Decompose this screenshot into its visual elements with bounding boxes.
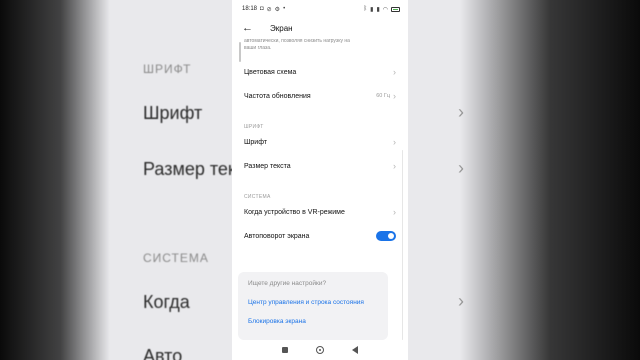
backdrop-left: ШРИФТ Шрифт Размер текста СИСТЕМА Когда …: [0, 0, 232, 360]
bluetooth-icon: ᛒ: [363, 6, 368, 12]
row-label: Частота обновления: [244, 92, 311, 100]
home-icon[interactable]: [316, 346, 324, 354]
backdrop-right: › › ›: [408, 0, 640, 360]
status-time: 18:18: [242, 6, 258, 12]
row-label: Автоповорот экрана: [244, 232, 310, 240]
mute-icon: ⊘: [266, 6, 272, 13]
settings-content: автоматически, позволяя снизить нагрузку…: [232, 38, 408, 248]
backdrop-row-when: Когда: [143, 292, 190, 312]
chevron-right-icon: ›: [393, 206, 396, 217]
back-arrow-icon[interactable]: ←: [242, 22, 262, 34]
status-bar: 18:18 ◘ ⊘ ⚙ • ᛒ ▮ ▮ ◠: [232, 0, 408, 18]
wifi-icon: ◠: [382, 6, 388, 13]
suggestions-title: Ищете другие настройки?: [248, 280, 327, 287]
backdrop-row-size: Размер текста: [143, 159, 232, 179]
back-icon[interactable]: [352, 346, 358, 354]
link-control-center[interactable]: Центр управления и строка состояния: [248, 299, 378, 306]
signal-icon-2: ▮: [376, 6, 380, 13]
settings-icon: ⚙: [274, 6, 281, 13]
page-title: Экран: [270, 23, 293, 33]
backdrop-section-font: ШРИФТ: [143, 62, 192, 76]
notification-icon: ◘: [260, 6, 264, 12]
more-icon: •: [283, 6, 286, 12]
link-lock-screen[interactable]: Блокировка экрана: [248, 318, 378, 325]
recents-icon[interactable]: [282, 347, 288, 353]
suggestions-card: Ищете другие настройки? Центр управления…: [238, 272, 388, 340]
row-label: Когда устройство в VR-режиме: [244, 208, 345, 216]
backdrop-row-font: Шрифт: [143, 103, 203, 123]
refresh-rate-value: 60 Гц: [376, 93, 390, 99]
row-refresh-rate[interactable]: Частота обновления 60 Гц ›: [244, 84, 396, 108]
navigation-bar: [232, 340, 408, 360]
backdrop-shade-right: [460, 0, 640, 360]
chevron-right-icon: ›: [393, 136, 396, 147]
chevron-right-icon: ›: [393, 66, 396, 77]
phone-screen: 18:18 ◘ ⊘ ⚙ • ᛒ ▮ ▮ ◠ ← Экран автоматиче…: [232, 0, 408, 360]
row-label: Цветовая схема: [244, 68, 297, 76]
row-auto-rotate[interactable]: Автоповорот экрана: [244, 224, 396, 248]
row-label: Размер текста: [244, 162, 291, 170]
section-label-system: СИСТЕМА: [244, 194, 271, 200]
header: ← Экран: [232, 18, 408, 38]
auto-rotate-toggle[interactable]: [376, 231, 396, 241]
signal-icon: ▮: [370, 6, 374, 13]
row-color-scheme[interactable]: Цветовая схема ›: [244, 60, 396, 84]
battery-icon: [391, 6, 400, 12]
backdrop-shade-left: [0, 0, 110, 360]
row-text-size[interactable]: Размер текста ›: [244, 154, 396, 178]
row-vr-mode[interactable]: Когда устройство в VR-режиме ›: [244, 200, 396, 224]
section-label-font: ШРИФТ: [244, 124, 264, 130]
backdrop-row-auto: Авто: [143, 346, 183, 360]
row-font[interactable]: Шрифт ›: [244, 130, 396, 154]
chevron-right-icon: ›: [393, 160, 396, 171]
row-label: Шрифт: [244, 138, 268, 146]
backdrop-section-system: СИСТЕМА: [143, 251, 209, 265]
intro-description: автоматически, позволяя снизить нагрузку…: [244, 38, 350, 51]
chevron-right-icon: ›: [393, 90, 396, 101]
